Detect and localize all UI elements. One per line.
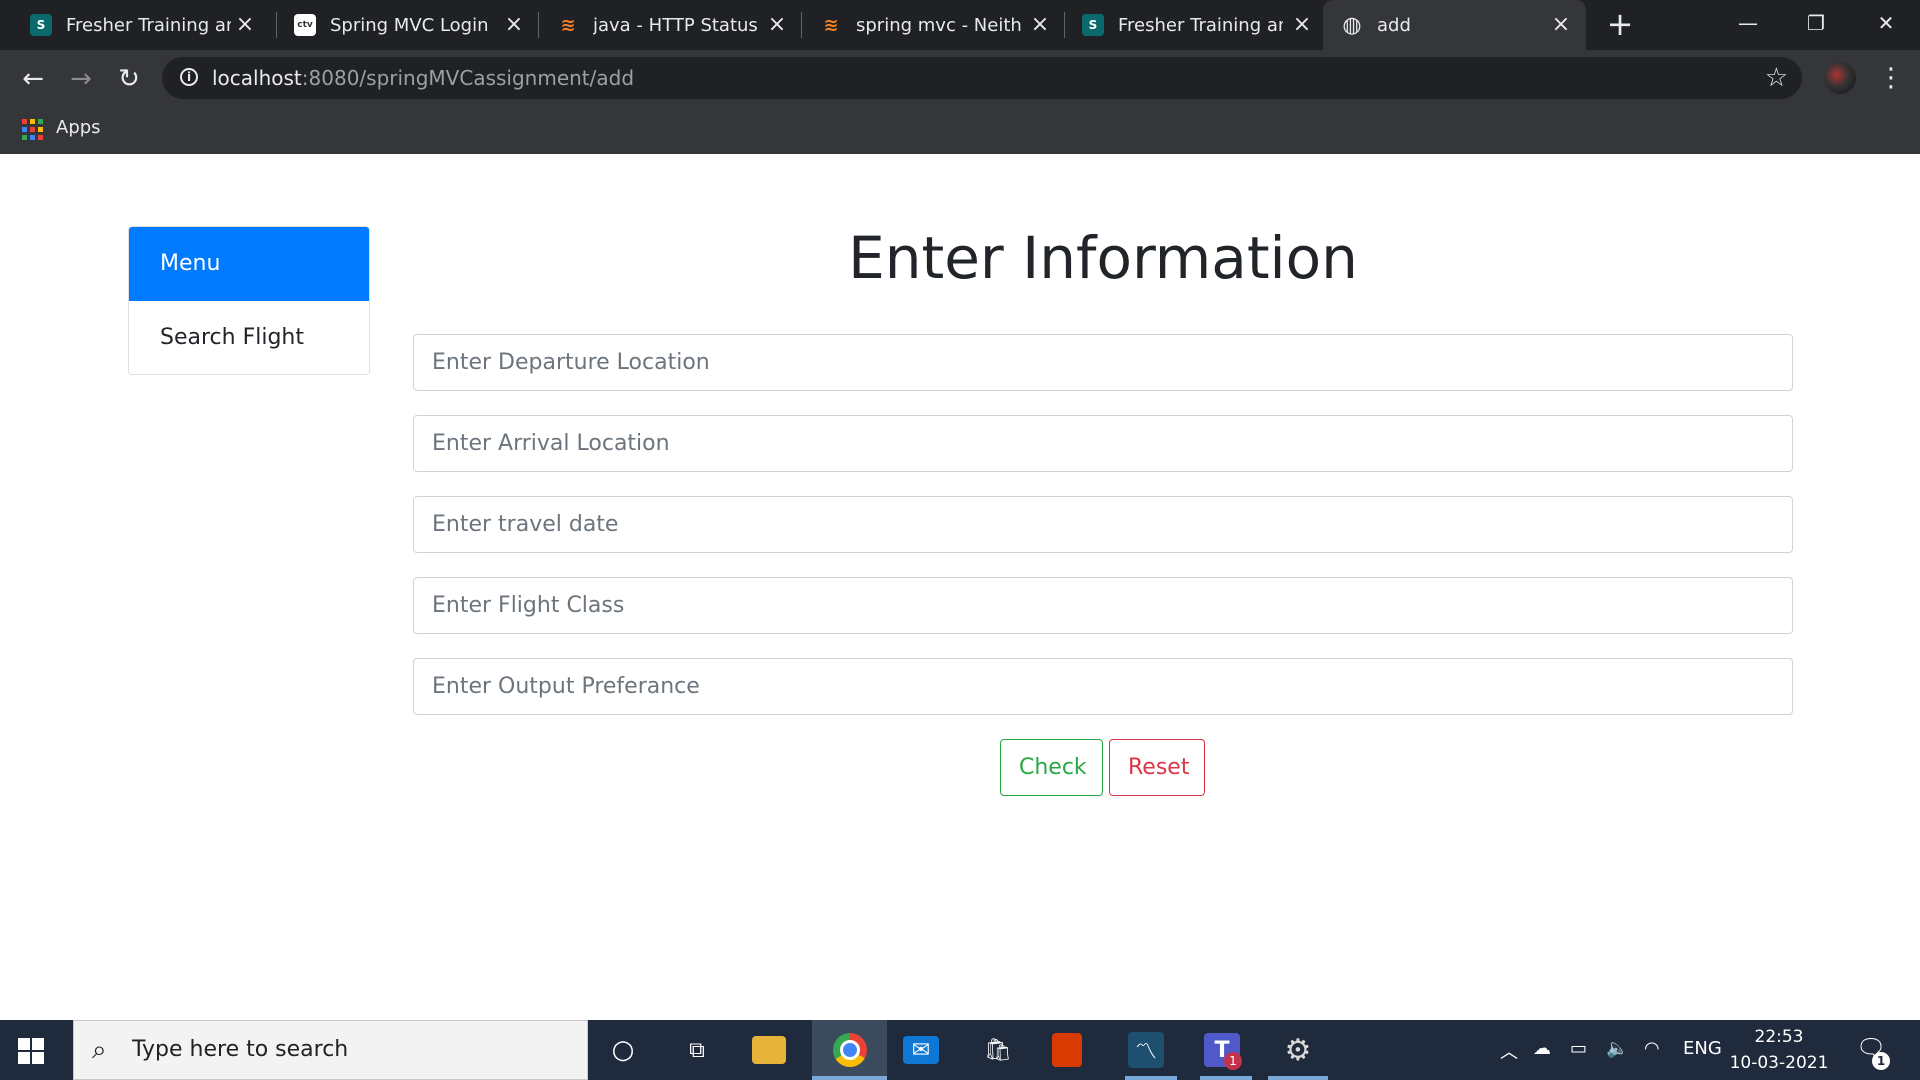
sharepoint-icon: S (30, 14, 52, 36)
taskbar-search-box[interactable]: ⌕ Type here to search (73, 1020, 588, 1080)
tab-title: add (1377, 14, 1411, 36)
reload-icon[interactable]: ↻ (112, 62, 146, 96)
new-tab-plus-icon[interactable]: + (1603, 8, 1637, 42)
onedrive-cloud-icon[interactable]: ☁ (1533, 1038, 1551, 1059)
battery-icon[interactable]: ▭ (1570, 1038, 1587, 1059)
apps-bookmark[interactable]: Apps (56, 117, 101, 138)
taskbar: ⌕ Type here to search ○ ⧉ ✉ 🛍 〽 T 1 ⚙ ︿ … (0, 1020, 1920, 1080)
reset-button[interactable]: Reset (1109, 739, 1205, 796)
cortana-icon[interactable]: ○ (603, 1030, 643, 1070)
page-title: Enter Information (848, 224, 1358, 292)
mail-icon[interactable]: ✉ (903, 1036, 939, 1064)
sidebar-menu: Menu Search Flight (128, 226, 370, 375)
bookmark-star-icon[interactable]: ☆ (1765, 63, 1788, 93)
tab-title: java - HTTP Status 40 (593, 14, 758, 36)
tab-title: Spring MVC Login Fo (330, 14, 495, 36)
minimize-icon[interactable]: — (1718, 6, 1778, 40)
sidebar-item-search-flight[interactable]: Search Flight (129, 301, 369, 374)
arrival-location-input[interactable] (413, 415, 1793, 472)
chrome-icon (832, 1033, 867, 1067)
tab-add[interactable]: ◍ add × (1323, 0, 1586, 50)
stackoverflow-icon: ≋ (560, 14, 576, 36)
tab-fresher-training-1[interactable]: S Fresher Training and × (0, 0, 270, 50)
store-icon[interactable]: 🛍 (978, 1030, 1018, 1070)
departure-location-input[interactable] (413, 334, 1793, 391)
stackoverflow-icon: ≋ (823, 14, 839, 36)
close-tab-icon[interactable]: × (766, 14, 788, 36)
browser-toolbar: ← → ↻ i localhost:8080/springMVCassignme… (0, 50, 1920, 105)
close-tab-icon[interactable]: × (503, 14, 525, 36)
address-bar[interactable]: i localhost:8080/springMVCassignment/add… (162, 57, 1802, 99)
notification-count-badge: 1 (1872, 1052, 1890, 1070)
system-clock[interactable]: 22:53 10-03-2021 (1724, 1024, 1834, 1076)
tab-spring-mvc-neither[interactable]: ≋ spring mvc - Neither × (790, 0, 1065, 50)
mysql-workbench-icon[interactable]: 〽 (1128, 1032, 1164, 1068)
tab-title: Fresher Training and (1118, 14, 1283, 36)
close-tab-icon[interactable]: × (1550, 14, 1572, 36)
tab-title: Fresher Training and (66, 14, 231, 36)
bookmarks-bar: Apps (0, 105, 1920, 154)
search-icon: ⌕ (92, 1035, 107, 1065)
flight-class-input[interactable] (413, 577, 1793, 634)
more-menu-icon[interactable]: ⋮ (1878, 60, 1904, 96)
profile-avatar[interactable] (1824, 62, 1856, 94)
chrome-taskbar-button[interactable] (812, 1020, 887, 1080)
site-icon: ctv (294, 14, 316, 36)
volume-icon[interactable]: 🔈 (1606, 1038, 1628, 1059)
active-indicator (812, 1076, 887, 1080)
sharepoint-icon: S (1082, 14, 1104, 36)
windows-start-icon[interactable] (18, 1038, 44, 1064)
clock-date: 10-03-2021 (1729, 1053, 1829, 1073)
teams-badge: 1 (1224, 1052, 1242, 1070)
task-view-icon[interactable]: ⧉ (677, 1030, 717, 1070)
tab-java-http-status[interactable]: ≋ java - HTTP Status 40 × (527, 0, 802, 50)
travel-date-input[interactable] (413, 496, 1793, 553)
menu-header[interactable]: Menu (129, 227, 369, 301)
running-indicator (1268, 1076, 1328, 1080)
check-button[interactable]: Check (1000, 739, 1103, 796)
back-arrow-icon[interactable]: ← (16, 62, 50, 96)
office-icon[interactable] (1052, 1033, 1082, 1067)
window-close-icon[interactable]: ✕ (1856, 6, 1916, 40)
output-preference-input[interactable] (413, 658, 1793, 715)
forward-arrow-icon[interactable]: → (64, 62, 98, 96)
tab-strip: S Fresher Training and × ctv Spring MVC … (0, 0, 1920, 50)
running-indicator (1125, 1076, 1177, 1080)
url-host: localhost (212, 66, 302, 90)
wifi-icon[interactable]: ◠ (1644, 1038, 1660, 1059)
gear-app-icon[interactable]: ⚙ (1278, 1030, 1318, 1070)
running-indicator (1200, 1076, 1252, 1080)
url-path: :8080/springMVCassignment/add (301, 66, 635, 90)
globe-icon: ◍ (1342, 12, 1362, 38)
close-tab-icon[interactable]: × (1029, 14, 1051, 36)
tab-fresher-training-2[interactable]: S Fresher Training and × (1052, 0, 1327, 50)
site-info-icon[interactable]: i (180, 68, 198, 86)
language-indicator[interactable]: ENG (1683, 1038, 1722, 1059)
restore-icon[interactable]: ❐ (1786, 6, 1846, 40)
clock-time: 22:53 (1754, 1027, 1804, 1047)
tab-spring-mvc-login[interactable]: ctv Spring MVC Login Fo × (264, 0, 539, 50)
close-tab-icon[interactable]: × (234, 14, 256, 36)
url-text[interactable]: localhost:8080/springMVCassignment/add (212, 66, 634, 90)
page-content: Menu Search Flight Enter Information Che… (0, 154, 1920, 1020)
tab-title: spring mvc - Neither (856, 14, 1021, 36)
apps-grid-icon[interactable] (22, 119, 43, 140)
close-tab-icon[interactable]: × (1291, 14, 1313, 36)
file-explorer-icon[interactable] (752, 1036, 786, 1064)
taskbar-search-placeholder: Type here to search (132, 1037, 349, 1062)
show-hidden-icons-chevron-icon[interactable]: ︿ (1500, 1038, 1518, 1064)
